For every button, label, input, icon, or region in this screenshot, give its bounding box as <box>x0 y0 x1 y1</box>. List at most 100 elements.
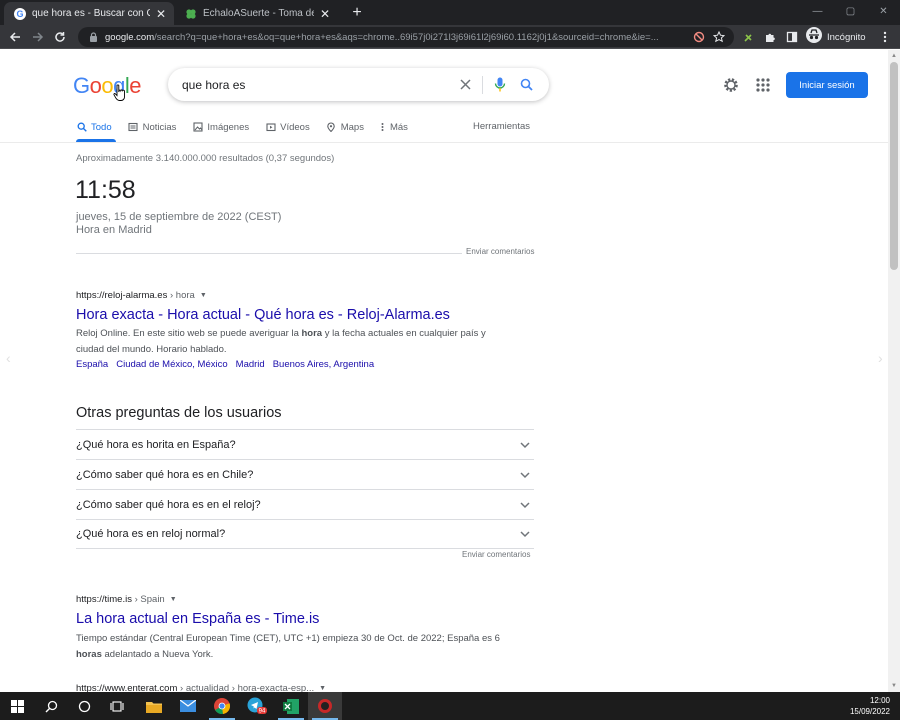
result-title-link[interactable]: Hora exacta - Hora actual - Qué hora es … <box>76 307 450 323</box>
result-title-link[interactable]: La hora actual en España es - Time.is <box>76 611 319 627</box>
back-icon[interactable] <box>6 28 24 46</box>
paa-question[interactable]: ¿Qué hora es horita en España? <box>76 429 534 459</box>
tab-more[interactable]: Más <box>380 118 408 136</box>
chevron-down-icon <box>520 471 530 478</box>
page-scrollbar[interactable]: ▲ ▼ <box>888 50 900 692</box>
menu-dots-icon[interactable] <box>876 28 894 46</box>
tab-maps[interactable]: Maps <box>326 118 364 136</box>
browser-toolbar: google.com/search?q=que+hora+es&oq=que+h… <box>0 25 900 49</box>
sitelink[interactable]: Madrid <box>236 359 265 370</box>
page-content: Google que hora es Iniciar sesión Todo N… <box>0 50 888 692</box>
scroll-down-icon[interactable]: ▼ <box>890 682 898 690</box>
file-explorer-icon[interactable] <box>137 692 171 720</box>
chevron-down-icon <box>520 531 530 538</box>
tab-all[interactable]: Todo <box>76 118 112 136</box>
divider <box>482 75 483 94</box>
paa-question[interactable]: ¿Qué hora es en reloj normal? <box>76 519 534 549</box>
chrome-icon[interactable] <box>205 692 239 720</box>
microphone-icon[interactable] <box>489 74 511 96</box>
extension-icon[interactable] <box>740 28 758 46</box>
clock-place: Hora en Madrid <box>76 224 152 236</box>
address-bar[interactable]: google.com/search?q=que+hora+es&oq=que+h… <box>78 27 734 47</box>
dropdown-triangle-icon[interactable]: ▼ <box>319 685 326 692</box>
paa-question[interactable]: ¿Cómo saber qué hora es en Chile? <box>76 459 534 489</box>
tab-news[interactable]: Noticias <box>128 118 176 136</box>
telegram-icon[interactable]: 94 <box>240 692 274 720</box>
tab-google-search[interactable]: G que hora es - Buscar con Google ✕ <box>4 2 174 25</box>
clear-icon[interactable] <box>454 74 476 96</box>
chevron-down-icon <box>520 501 530 508</box>
browser-tab-strip: G que hora es - Buscar con Google ✕ Écha… <box>0 0 900 25</box>
scroll-up-icon[interactable]: ▲ <box>890 52 898 60</box>
bookmark-star-icon[interactable] <box>710 28 728 46</box>
apps-grid-icon[interactable] <box>755 77 771 93</box>
incognito-label: Incógnito <box>827 31 866 43</box>
sign-in-button[interactable]: Iniciar sesión <box>786 72 868 98</box>
more-vert-icon <box>380 122 386 133</box>
new-tab-icon[interactable]: + <box>348 4 366 22</box>
window-close-icon[interactable]: ✕ <box>867 0 900 22</box>
window-controls: — ▢ ✕ <box>801 0 900 22</box>
news-icon <box>128 122 139 133</box>
result-snippet: Reloj Online. En este sitio web se puede… <box>76 328 486 355</box>
url-text: google.com/search?q=que+hora+es&oq=que+h… <box>105 31 659 43</box>
maximize-icon[interactable]: ▢ <box>834 0 867 22</box>
tab-videos[interactable]: Vídeos <box>265 118 310 136</box>
result-snippet: Tiempo estándar (Central European Time (… <box>76 633 500 660</box>
cortana-icon[interactable] <box>67 692 101 720</box>
tab-title: que hora es - Buscar con Google <box>32 8 150 19</box>
dropdown-triangle-icon[interactable]: ▼ <box>200 292 207 299</box>
reload-icon[interactable] <box>51 28 69 46</box>
paa-heading: Otras preguntas de los usuarios <box>76 405 282 421</box>
google-logo[interactable]: Google <box>73 73 142 99</box>
chevron-down-icon <box>520 441 530 448</box>
task-view-icon[interactable] <box>100 692 134 720</box>
feedback-link[interactable]: Enviar comentarios <box>462 550 530 559</box>
search-box[interactable]: que hora es <box>168 68 549 101</box>
sitelink[interactable]: España <box>76 359 108 370</box>
map-pin-icon <box>326 122 337 133</box>
dropdown-triangle-icon[interactable]: ▼ <box>170 596 177 603</box>
hand-cursor-icon <box>113 84 125 101</box>
forward-icon[interactable] <box>29 28 47 46</box>
tools-button[interactable]: Herramientas <box>473 121 530 132</box>
screen-recorder-icon[interactable] <box>308 692 342 720</box>
clover-icon <box>184 7 197 20</box>
divider <box>0 142 888 143</box>
tab-title: ÉchaloASuerte - Toma decisiones <box>203 8 314 19</box>
lock-icon[interactable] <box>87 31 99 43</box>
blocked-icon[interactable] <box>690 28 708 46</box>
sitelink[interactable]: Ciudad de México, México <box>116 359 227 370</box>
puzzle-icon[interactable] <box>761 28 779 46</box>
windows-taskbar: 94 12:00 15/09/2022 <box>0 692 900 720</box>
tab-images[interactable]: Imágenes <box>192 118 249 136</box>
feedback-link[interactable]: Enviar comentarios <box>462 247 535 256</box>
video-icon <box>265 122 276 133</box>
taskbar-search-icon[interactable] <box>34 692 68 720</box>
close-icon[interactable]: ✕ <box>154 7 168 21</box>
system-clock[interactable]: 12:00 15/09/2022 <box>850 695 890 717</box>
search-icon[interactable] <box>515 74 537 96</box>
taskbar-time: 12:00 <box>869 696 890 705</box>
excel-icon[interactable] <box>274 692 308 720</box>
result-stats: Aproximadamente 3.140.000.000 resultados… <box>76 153 335 164</box>
result-url[interactable]: https://www.enterat.com › actualidad › h… <box>76 683 326 692</box>
search-input[interactable]: que hora es <box>182 78 454 92</box>
result-url[interactable]: https://time.is › Spain ▼ <box>76 594 177 605</box>
windows-start-icon[interactable] <box>0 692 34 720</box>
paa-question[interactable]: ¿Cómo saber qué hora es en el reloj? <box>76 489 534 519</box>
scrollbar-thumb[interactable] <box>890 62 898 270</box>
incognito-icon <box>806 26 822 48</box>
side-panel-icon[interactable] <box>783 28 801 46</box>
chevron-right-icon: › <box>878 350 883 366</box>
mail-icon[interactable] <box>171 692 205 720</box>
clock-date: jueves, 15 de septiembre de 2022 (CEST) <box>76 211 282 223</box>
sitelink[interactable]: Buenos Aires, Argentina <box>273 359 374 370</box>
tab-echaloasuerte[interactable]: ÉchaloASuerte - Toma decisiones ✕ <box>175 2 338 25</box>
settings-gear-icon[interactable] <box>722 76 740 94</box>
incognito-indicator[interactable]: Incógnito <box>806 26 866 48</box>
minimize-icon[interactable]: — <box>801 0 834 22</box>
close-icon[interactable]: ✕ <box>318 7 332 21</box>
svg-text:94: 94 <box>259 709 266 715</box>
result-url[interactable]: https://reloj-alarma.es › hora ▼ <box>76 290 207 301</box>
